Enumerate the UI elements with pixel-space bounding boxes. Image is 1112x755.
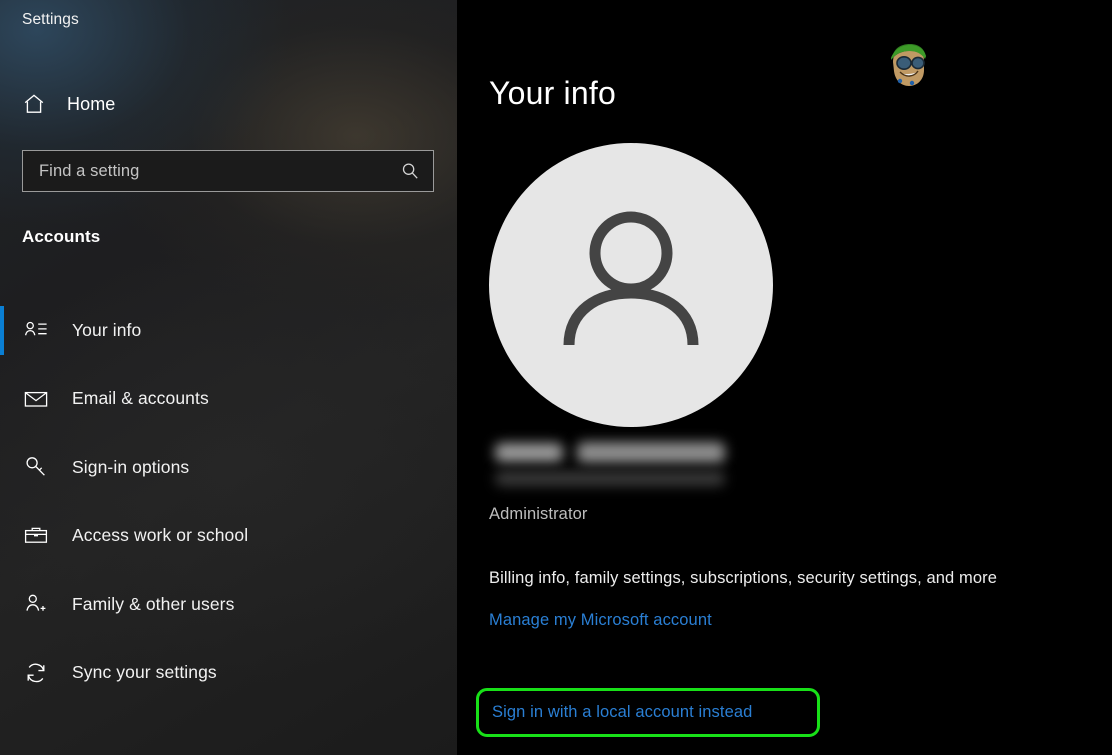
sidebar-nav-list: Your info Email & accounts bbox=[0, 296, 457, 707]
account-role: Administrator bbox=[489, 505, 588, 524]
sidebar-item-sign-in-options-label: Sign-in options bbox=[72, 457, 189, 478]
sidebar-item-email-accounts-label: Email & accounts bbox=[72, 388, 209, 409]
cartoon-avatar-watermark-icon bbox=[887, 40, 931, 90]
sidebar-item-home[interactable]: Home bbox=[21, 88, 115, 120]
key-icon bbox=[22, 453, 50, 481]
sidebar-item-access-work-or-school[interactable]: Access work or school bbox=[0, 502, 457, 571]
home-icon bbox=[21, 91, 47, 117]
sync-icon bbox=[22, 659, 50, 687]
sidebar-item-email-accounts[interactable]: Email & accounts bbox=[0, 365, 457, 434]
settings-window: Settings Home Accounts bbox=[0, 0, 1112, 755]
account-name-redacted bbox=[489, 437, 731, 499]
sidebar-item-sign-in-options[interactable]: Sign-in options bbox=[0, 433, 457, 502]
sidebar-item-sync-your-settings[interactable]: Sync your settings bbox=[0, 639, 457, 708]
sidebar-item-family-other-users-label: Family & other users bbox=[72, 594, 234, 615]
window-title: Settings bbox=[22, 11, 79, 29]
manage-microsoft-account-link[interactable]: Manage my Microsoft account bbox=[489, 611, 712, 630]
briefcase-icon bbox=[22, 522, 50, 550]
sidebar-item-access-work-or-school-label: Access work or school bbox=[72, 525, 248, 546]
sidebar-item-home-label: Home bbox=[67, 94, 115, 115]
page-title: Your info bbox=[489, 75, 616, 112]
sign-in-with-local-account-link[interactable]: Sign in with a local account instead bbox=[492, 703, 752, 722]
search-box[interactable] bbox=[22, 150, 434, 192]
sidebar-item-your-info-label: Your info bbox=[72, 320, 141, 341]
sidebar-item-family-other-users[interactable]: Family & other users bbox=[0, 570, 457, 639]
main-content: Your info bbox=[457, 0, 1112, 755]
sidebar-item-your-info[interactable]: Your info bbox=[0, 296, 457, 365]
user-plus-icon bbox=[22, 590, 50, 618]
billing-info-text: Billing info, family settings, subscript… bbox=[489, 569, 997, 588]
sidebar-section-header: Accounts bbox=[22, 227, 100, 247]
envelope-icon bbox=[22, 385, 50, 413]
selection-indicator bbox=[0, 306, 4, 355]
sidebar-item-sync-your-settings-label: Sync your settings bbox=[72, 662, 217, 683]
local-account-highlight-box: Sign in with a local account instead bbox=[476, 688, 820, 737]
sidebar: Settings Home Accounts bbox=[0, 0, 457, 755]
search-input[interactable] bbox=[39, 162, 399, 181]
avatar bbox=[489, 143, 773, 427]
search-icon[interactable] bbox=[399, 160, 421, 182]
user-card-icon bbox=[22, 316, 50, 344]
